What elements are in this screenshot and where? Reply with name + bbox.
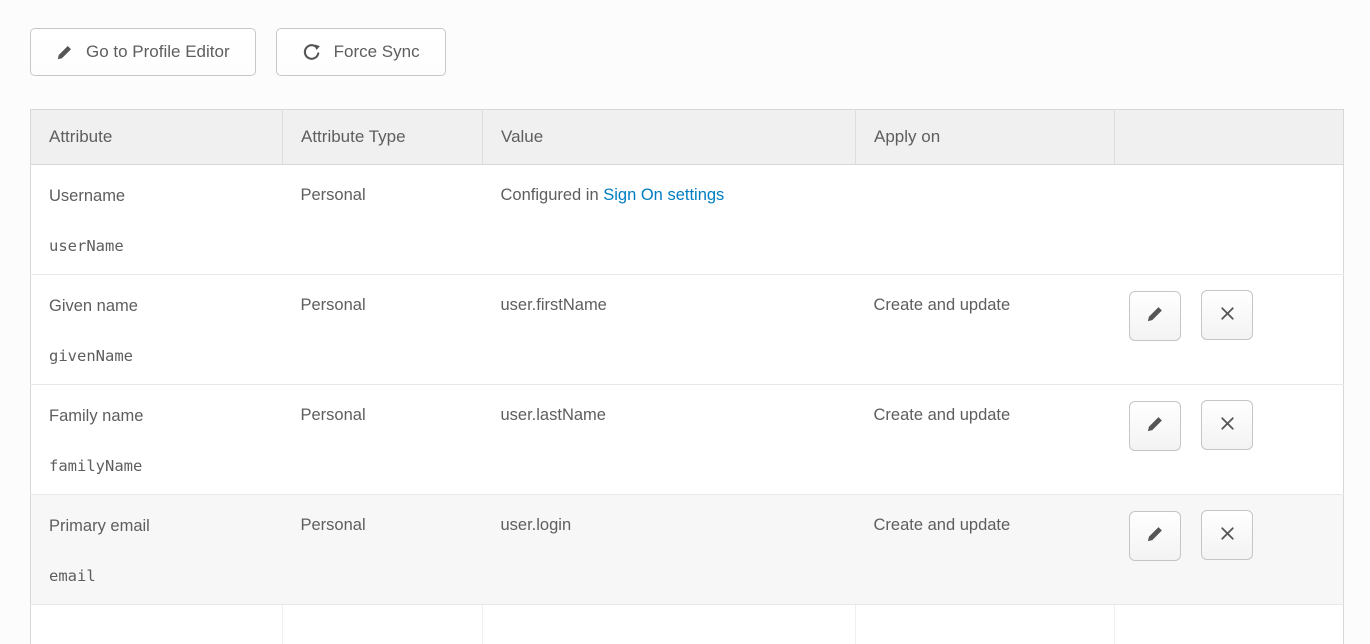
attribute-cell: Username userName <box>31 165 283 275</box>
actions-cell <box>1115 495 1344 605</box>
column-header-apply-on: Apply on <box>856 110 1115 165</box>
attribute-variable-name: familyName <box>49 457 283 475</box>
x-icon <box>1218 304 1237 326</box>
force-sync-button[interactable]: Force Sync <box>276 28 446 76</box>
table-header-row: Attribute Attribute Type Value Apply on <box>31 110 1344 165</box>
attribute-cell: Primary email email <box>31 495 283 605</box>
attribute-variable-name: userName <box>49 237 283 255</box>
sync-refresh-icon <box>302 43 321 62</box>
sign-on-settings-link[interactable]: Sign On settings <box>603 186 724 204</box>
attribute-display-name: Given name <box>49 296 283 316</box>
attribute-mapping-table: Attribute Attribute Type Value Apply on … <box>30 109 1344 644</box>
value-cell: user.firstName <box>483 275 856 385</box>
table-row-username: Username userName Personal Configured in… <box>31 165 1344 275</box>
value-cell: user.lastName <box>483 385 856 495</box>
value-cell: user.login <box>483 495 856 605</box>
attribute-type-cell: Personal <box>283 495 483 605</box>
attribute-display-name: Username <box>49 186 283 206</box>
table-row-primary-email: Primary email email Personal user.login … <box>31 495 1344 605</box>
edit-attribute-button[interactable] <box>1129 291 1181 341</box>
column-header-attribute-type: Attribute Type <box>283 110 483 165</box>
value-cell: Configured in Sign On settings <box>483 165 856 275</box>
apply-on-cell: Create and update <box>856 495 1115 605</box>
remove-attribute-button[interactable] <box>1201 400 1253 450</box>
attribute-variable-name: givenName <box>49 347 283 365</box>
attribute-display-name: Family name <box>49 406 283 426</box>
pencil-icon <box>56 44 73 61</box>
apply-on-cell <box>856 605 1115 644</box>
actions-cell <box>1115 385 1344 495</box>
remove-attribute-button[interactable] <box>1201 290 1253 340</box>
pencil-icon <box>1146 305 1164 326</box>
x-icon <box>1218 414 1237 436</box>
x-icon <box>1218 524 1237 546</box>
table-row-partial <box>31 605 1344 644</box>
attribute-type-cell <box>283 605 483 644</box>
value-text: Configured in <box>501 186 604 204</box>
actions-cell <box>1115 165 1344 275</box>
edit-attribute-button[interactable] <box>1129 511 1181 561</box>
pencil-icon <box>1146 415 1164 436</box>
value-cell <box>483 605 856 644</box>
attribute-cell <box>31 605 283 644</box>
table-row-given-name: Given name givenName Personal user.first… <box>31 275 1344 385</box>
go-to-profile-editor-label: Go to Profile Editor <box>86 42 230 62</box>
pencil-icon <box>1146 525 1164 546</box>
attribute-cell: Family name familyName <box>31 385 283 495</box>
table-row-family-name: Family name familyName Personal user.las… <box>31 385 1344 495</box>
apply-on-cell: Create and update <box>856 385 1115 495</box>
go-to-profile-editor-button[interactable]: Go to Profile Editor <box>30 28 256 76</box>
apply-on-cell <box>856 165 1115 275</box>
attribute-cell: Given name givenName <box>31 275 283 385</box>
edit-attribute-button[interactable] <box>1129 401 1181 451</box>
actions-cell <box>1115 605 1344 644</box>
attribute-type-cell: Personal <box>283 275 483 385</box>
force-sync-label: Force Sync <box>334 42 420 62</box>
attribute-variable-name: email <box>49 567 283 585</box>
actions-cell <box>1115 275 1344 385</box>
remove-attribute-button[interactable] <box>1201 510 1253 560</box>
attribute-display-name: Primary email <box>49 516 283 536</box>
attribute-type-cell: Personal <box>283 165 483 275</box>
apply-on-cell: Create and update <box>856 275 1115 385</box>
column-header-value: Value <box>483 110 856 165</box>
column-header-attribute: Attribute <box>31 110 283 165</box>
column-header-actions <box>1115 110 1344 165</box>
toolbar: Go to Profile Editor Force Sync <box>0 0 1370 76</box>
attribute-type-cell: Personal <box>283 385 483 495</box>
